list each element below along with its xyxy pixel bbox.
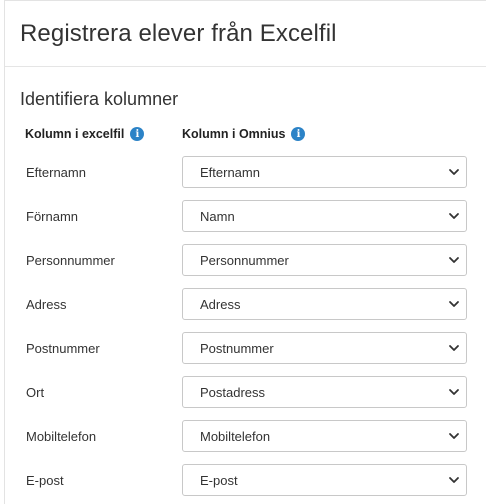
excel-column-name: E-post	[26, 473, 64, 488]
select-value: Postnummer	[200, 340, 274, 356]
select-value: Efternamn	[200, 164, 260, 180]
excel-column-name: Ort	[26, 385, 45, 400]
excel-column-name: Personnummer	[26, 253, 115, 268]
mapping-row: Mobiltelefon Mobiltelefon	[5, 420, 486, 454]
excel-column-label: Kolumn i excelfil	[25, 127, 125, 141]
select-value: Mobiltelefon	[200, 428, 271, 444]
mapping-row: Ort Postadress	[5, 376, 486, 410]
chevron-down-icon	[449, 433, 459, 439]
select-value: E-post	[200, 472, 238, 488]
chevron-down-icon	[449, 301, 459, 307]
chevron-down-icon	[449, 477, 459, 483]
chevron-down-icon	[449, 257, 459, 263]
select-value: Postadress	[200, 384, 266, 400]
omnius-column-header: Kolumn i Omnius i	[182, 127, 306, 141]
omnius-column-select[interactable]: Namn	[182, 200, 467, 232]
omnius-column-label: Kolumn i Omnius	[182, 127, 286, 141]
section-title: Identifiera kolumner	[20, 89, 179, 109]
omnius-column-select[interactable]: Personnummer	[182, 244, 467, 276]
omnius-column-select[interactable]: Mobiltelefon	[182, 420, 467, 452]
select-value: Namn	[200, 208, 235, 224]
mapping-row: Postnummer Postnummer	[5, 332, 486, 366]
page-title: Registrera elever från Excelfil	[20, 19, 337, 47]
omnius-column-select[interactable]: Postnummer	[182, 332, 467, 364]
mapping-row: Förnamn Namn	[5, 200, 486, 234]
omnius-column-select[interactable]: Postadress	[182, 376, 467, 408]
mapping-row: Efternamn Efternamn	[5, 156, 486, 190]
excel-column-name: Adress	[26, 297, 67, 312]
info-icon[interactable]: i	[291, 127, 306, 141]
excel-column-header: Kolumn i excelfil i	[25, 127, 145, 141]
chevron-down-icon	[449, 169, 459, 175]
info-icon[interactable]: i	[130, 127, 145, 141]
mapping-row: Personnummer Personnummer	[5, 244, 486, 278]
chevron-down-icon	[449, 345, 459, 351]
excel-column-name: Postnummer	[26, 341, 100, 356]
excel-column-name: Förnamn	[26, 209, 79, 224]
omnius-column-select[interactable]: Adress	[182, 288, 467, 320]
omnius-column-select[interactable]: E-post	[182, 464, 467, 496]
chevron-down-icon	[449, 389, 459, 395]
panel-header: Registrera elever från Excelfil	[5, 1, 486, 67]
excel-column-name: Efternamn	[26, 165, 86, 180]
import-panel: Registrera elever från Excelfil Identifi…	[4, 0, 486, 504]
excel-column-name: Mobiltelefon	[26, 429, 97, 444]
omnius-column-select[interactable]: Efternamn	[182, 156, 467, 188]
mapping-row: Adress Adress	[5, 288, 486, 322]
select-value: Personnummer	[200, 252, 289, 268]
mapping-row: E-post E-post	[5, 464, 486, 498]
chevron-down-icon	[449, 213, 459, 219]
select-value: Adress	[200, 296, 241, 312]
